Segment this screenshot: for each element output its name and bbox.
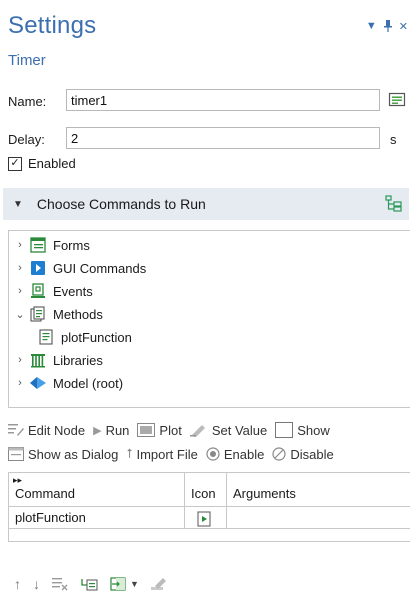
plot-button[interactable]: Plot: [137, 423, 182, 438]
forms-icon: [29, 237, 47, 253]
cell-arguments[interactable]: [227, 507, 411, 529]
settings-header: Settings Timer ▼ ✕: [0, 0, 412, 74]
set-value-icon: [189, 423, 208, 437]
table-toolbar: ↑ ↓ ▼: [14, 576, 167, 592]
toolbar-row-1: Edit Node ▶ Run Plot Set Value Show: [8, 418, 412, 442]
expand-icon[interactable]: ›: [13, 239, 27, 251]
tree-item-label: Methods: [53, 306, 103, 322]
name-field[interactable]: [66, 89, 380, 111]
enable-icon: [206, 447, 220, 461]
show-icon: [275, 422, 294, 438]
edit-node-icon: [8, 423, 24, 437]
window-controls: ▼ ✕: [366, 20, 408, 35]
insert-icon[interactable]: ▼: [110, 577, 139, 591]
column-header-icon[interactable]: Icon: [185, 473, 227, 507]
libraries-icon: [29, 352, 47, 368]
tree-item-events[interactable]: › Events: [13, 280, 93, 302]
table-header: ▸▸ Command Icon Arguments: [9, 473, 410, 507]
disable-button[interactable]: Disable: [272, 447, 334, 462]
name-label: Name:: [8, 94, 47, 109]
events-icon: [29, 283, 47, 299]
set-value-button[interactable]: Set Value: [189, 423, 267, 438]
edit-node-button[interactable]: Edit Node: [8, 423, 85, 438]
delay-unit: s: [390, 132, 397, 147]
methods-icon: [29, 306, 47, 322]
page-title: Settings: [8, 12, 97, 39]
page-subtitle: Timer: [8, 52, 46, 69]
dropdown-icon[interactable]: ▼: [366, 20, 377, 35]
tree-item-label: GUI Commands: [53, 260, 147, 276]
table-row[interactable]: plotFunction: [9, 507, 410, 529]
tree-item-label: plotFunction: [61, 329, 132, 345]
show-button[interactable]: Show: [275, 422, 330, 438]
enabled-checkbox-row[interactable]: ✓ Enabled: [8, 156, 76, 171]
pin-icon[interactable]: [383, 20, 393, 35]
move-down-icon[interactable]: ↓: [33, 576, 40, 592]
toolbar-row-2: Show as Dialog ⭡ Import File Enable Disa…: [8, 442, 412, 466]
show-as-dialog-button[interactable]: Show as Dialog: [8, 447, 118, 462]
edit-pen-icon[interactable]: [150, 577, 167, 591]
commands-table: ▸▸ Command Icon Arguments plotFunction: [8, 472, 410, 542]
tree-item-gui-commands[interactable]: › GUI Commands: [13, 257, 146, 279]
run-icon: ▶: [93, 424, 102, 437]
tree-item-label: Libraries: [53, 352, 103, 368]
tree-node-icon[interactable]: [385, 195, 403, 216]
form-edit-icon: [388, 92, 406, 107]
cell-command[interactable]: plotFunction: [9, 507, 185, 529]
enabled-label: Enabled: [28, 156, 76, 171]
tree-item-plotfunction[interactable]: plotFunction: [35, 326, 132, 348]
sort-icon[interactable]: ▸▸: [13, 475, 22, 486]
move-up-icon[interactable]: ↑: [14, 576, 21, 592]
tree-item-model-root[interactable]: › Model (root): [13, 372, 123, 394]
expand-icon[interactable]: ›: [13, 377, 27, 389]
import-file-icon: ⭡: [126, 446, 133, 461]
expand-icon[interactable]: ›: [13, 285, 27, 297]
tree-item-methods[interactable]: ⌄ Methods: [13, 303, 103, 325]
collapse-icon[interactable]: ▼: [13, 199, 23, 210]
tree-item-label: Model (root): [53, 375, 124, 391]
section-title: Choose Commands to Run: [36, 196, 206, 212]
name-edit-button[interactable]: [386, 89, 408, 111]
enable-button[interactable]: Enable: [206, 447, 264, 462]
tree-item-libraries[interactable]: › Libraries: [13, 349, 103, 371]
disable-icon: [272, 447, 286, 461]
expand-icon[interactable]: ›: [13, 354, 27, 366]
tree-item-forms[interactable]: › Forms: [13, 234, 90, 256]
tree-item-label: Forms: [53, 237, 90, 253]
column-header-command[interactable]: ▸▸ Command: [9, 473, 185, 507]
enabled-checkbox[interactable]: ✓: [8, 156, 22, 171]
method-icon: [197, 511, 211, 527]
run-button[interactable]: ▶ Run: [93, 423, 129, 438]
command-tree[interactable]: › Forms › GUI Commands › Events ⌄ Method…: [8, 230, 410, 408]
add-row-icon[interactable]: [80, 577, 98, 591]
expand-icon[interactable]: ›: [13, 262, 27, 274]
delay-label: Delay:: [8, 132, 45, 147]
column-header-arguments[interactable]: Arguments: [227, 473, 411, 507]
collapse-icon[interactable]: ⌄: [13, 308, 27, 321]
delete-rows-icon[interactable]: [52, 577, 68, 591]
section-choose-commands[interactable]: ▼ Choose Commands to Run: [3, 188, 409, 220]
gui-commands-icon: [29, 260, 47, 276]
delay-field[interactable]: [66, 127, 380, 149]
import-file-button[interactable]: ⭡ Import File: [126, 446, 198, 462]
model-icon: [29, 375, 47, 391]
plot-icon: [137, 423, 156, 437]
cell-icon[interactable]: [185, 507, 227, 529]
method-file-icon: [37, 329, 55, 345]
close-icon[interactable]: ✕: [399, 20, 408, 35]
tree-item-label: Events: [53, 283, 93, 299]
dialog-icon: [8, 447, 24, 461]
